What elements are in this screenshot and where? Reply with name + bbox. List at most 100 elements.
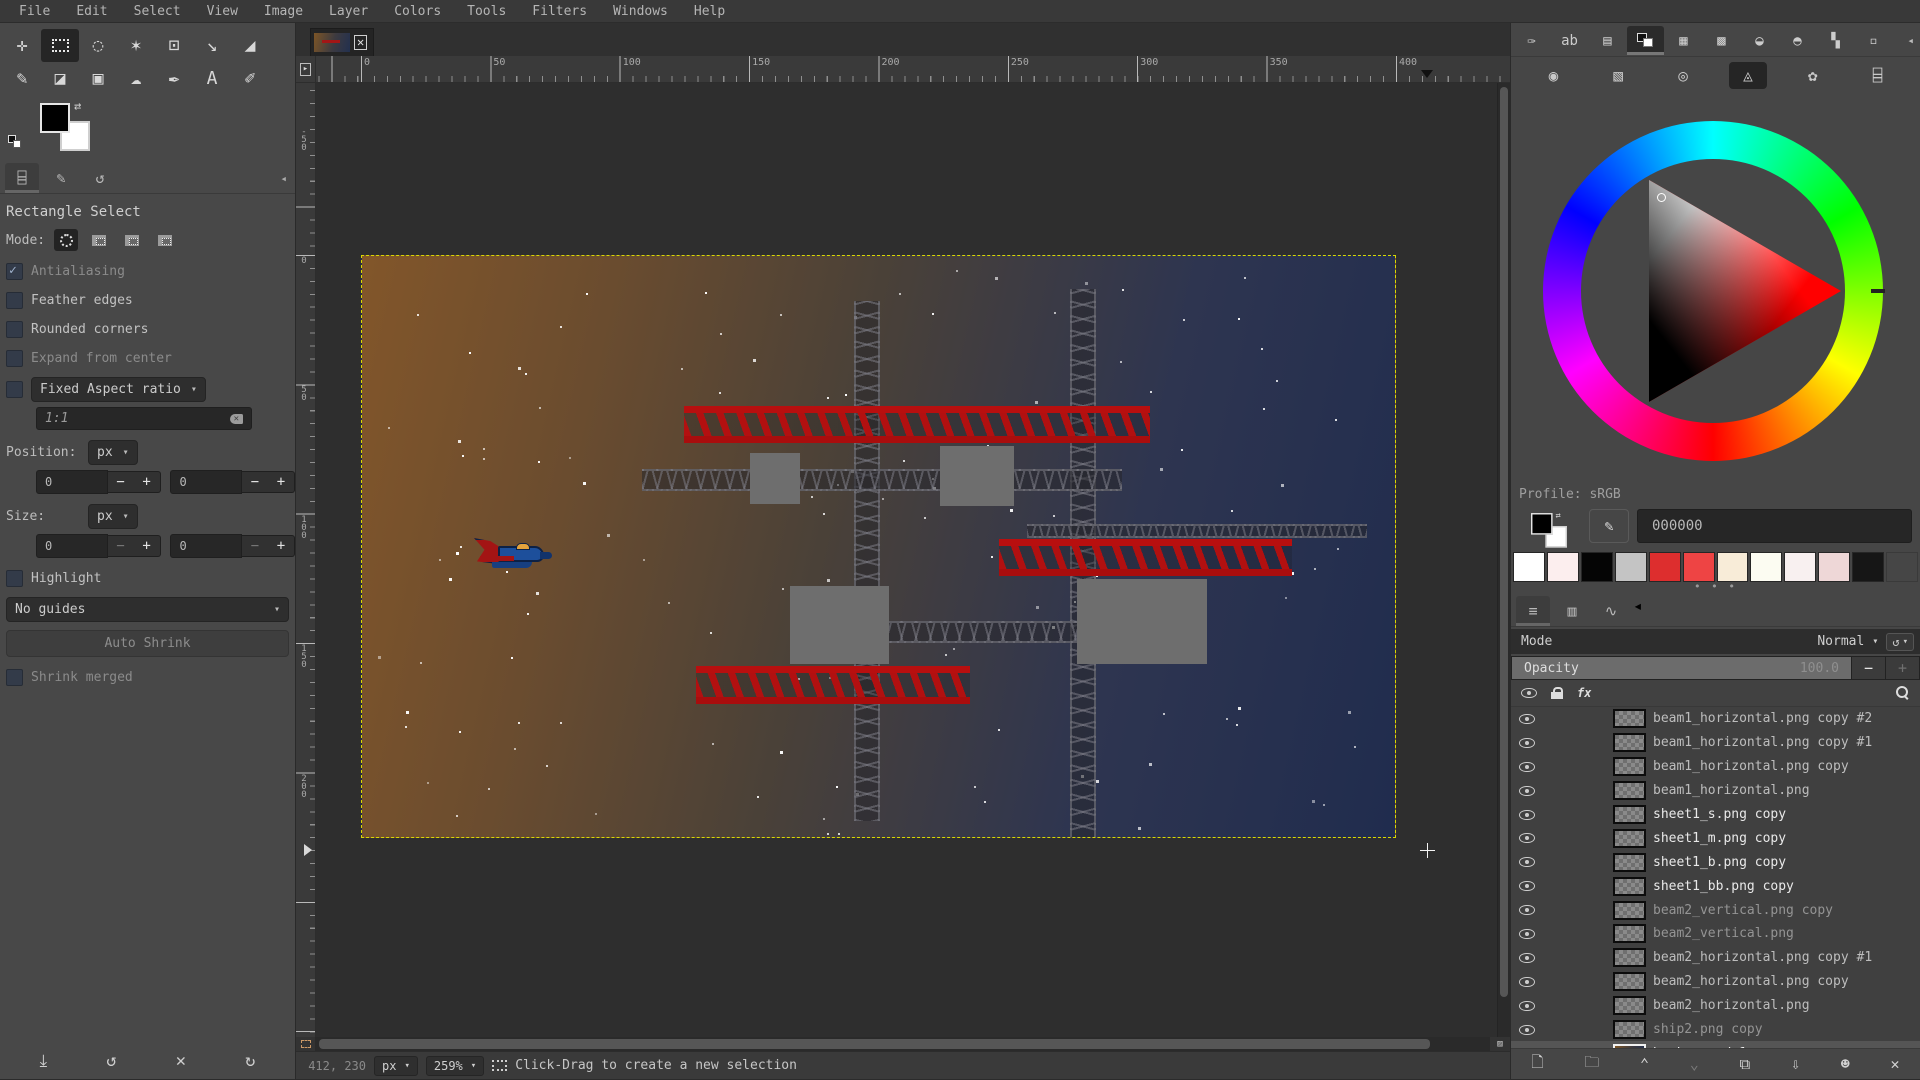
menu-tools[interactable]: Tools xyxy=(454,2,519,21)
auto-shrink-button[interactable]: Auto Shrink xyxy=(6,630,289,657)
bucket-fill-tool[interactable]: ◢ xyxy=(231,29,269,62)
menu-filters[interactable]: Filters xyxy=(519,2,600,21)
close-icon[interactable]: ✕ xyxy=(354,35,367,50)
fixed-checkbox[interactable] xyxy=(6,381,23,398)
new-layer-button[interactable]: 🗋 xyxy=(1531,1052,1543,1077)
tab-gimp-logo[interactable]: ◉ xyxy=(1535,62,1573,89)
tab-undo-history[interactable]: ↺ xyxy=(83,163,117,193)
tab-brushes-icon[interactable]: ✑ xyxy=(1513,26,1550,55)
edit-color-button[interactable]: ✎ xyxy=(1589,509,1629,543)
tab-selection-editor-icon[interactable]: ▫ xyxy=(1855,26,1892,55)
color-swatch[interactable] xyxy=(1513,552,1545,582)
horizontal-scrollbar-thumb[interactable] xyxy=(319,1039,1430,1049)
layer-visibility-icon[interactable] xyxy=(1519,880,1535,892)
layer-visibility-icon[interactable] xyxy=(1519,856,1535,868)
rounded-corners-checkbox[interactable] xyxy=(6,321,23,338)
transform-tool[interactable]: ↘ xyxy=(193,29,231,62)
opacity-slider[interactable]: Opacity 100.0 xyxy=(1511,656,1852,680)
saturation-value-triangle[interactable] xyxy=(1543,121,1883,461)
opacity-plus-button[interactable]: + xyxy=(1886,656,1920,680)
layer-visibility-icon[interactable] xyxy=(1519,761,1535,773)
duplicate-layer-button[interactable]: ⧉ xyxy=(1740,1055,1751,1073)
layer-visibility-icon[interactable] xyxy=(1519,809,1535,821)
canvas-viewport[interactable] xyxy=(316,83,1497,1037)
tab-fg-bg-colors[interactable] xyxy=(1627,26,1664,55)
move-tool[interactable]: ✛ xyxy=(3,29,41,62)
color-swatch[interactable] xyxy=(1683,552,1715,582)
layer-row[interactable]: beam1_horizontal.png copy #2 xyxy=(1511,707,1920,731)
color-wheel[interactable] xyxy=(1511,93,1920,485)
effects-icon[interactable]: fx xyxy=(1577,686,1591,700)
paths-tool[interactable]: ✒ xyxy=(155,62,193,95)
image-tab[interactable]: ✕ xyxy=(310,28,374,56)
layer-thumbnail[interactable] xyxy=(1613,948,1646,967)
layer-visibility-icon[interactable] xyxy=(1519,952,1535,964)
layer-thumbnail[interactable] xyxy=(1613,924,1646,943)
layer-row[interactable]: beam2_horizontal.png copy #1 xyxy=(1511,946,1920,970)
crop-tool[interactable]: ⊡ xyxy=(155,29,193,62)
mode-reset-button[interactable]: ↺▾ xyxy=(1886,633,1914,651)
fg-bg-mini-selector[interactable]: ⇄ xyxy=(1531,513,1563,539)
layer-thumbnail[interactable] xyxy=(1613,972,1646,991)
fuzzy-select-tool[interactable]: ✶ xyxy=(117,29,155,62)
eraser-tool[interactable]: ◪ xyxy=(41,62,79,95)
position-y-input[interactable]: 0 xyxy=(170,470,242,494)
fg-bg-color-selector[interactable]: ⇄ xyxy=(40,103,110,153)
layer-visibility-icon[interactable] xyxy=(1519,785,1535,797)
tab-patterns-icon[interactable]: ▦ xyxy=(1665,26,1702,55)
guides-dropdown[interactable]: No guides▾ xyxy=(6,597,289,622)
foreground-mini-swatch[interactable] xyxy=(1531,513,1553,535)
layer-visibility-icon[interactable] xyxy=(1519,1047,1535,1048)
tab-patterns-2-icon[interactable]: ▩ xyxy=(1703,26,1740,55)
empty-swatch[interactable] xyxy=(1886,552,1918,582)
antialiasing-checkbox[interactable] xyxy=(6,263,23,280)
hex-color-input[interactable]: 000000 xyxy=(1637,509,1912,543)
size-width-input[interactable]: 0 xyxy=(36,534,108,558)
position-x-minus-button[interactable]: − xyxy=(108,472,134,492)
horizontal-ruler[interactable]: 050100150200250300350400 xyxy=(316,56,1510,83)
layer-row[interactable]: sheet1_bb.png copy xyxy=(1511,874,1920,898)
aspect-ratio-input[interactable]: 1:1 ✕ xyxy=(36,407,252,430)
color-swatch[interactable] xyxy=(1547,552,1579,582)
layer-mode-dropdown[interactable]: Normal▾ xyxy=(1817,634,1878,649)
position-y-plus-button[interactable]: + xyxy=(268,472,294,492)
layer-row[interactable]: beam1_horizontal.png xyxy=(1511,779,1920,803)
tab-buffers-icon[interactable]: ▚ xyxy=(1817,26,1854,55)
vertical-ruler[interactable]: -50050100150200 xyxy=(296,83,316,1037)
raise-layer-button[interactable]: ⌃ xyxy=(1640,1055,1649,1073)
delete-preset-button[interactable]: ✕ xyxy=(176,1051,186,1071)
delete-layer-button[interactable]: ✕ xyxy=(1891,1055,1900,1073)
menu-view[interactable]: View xyxy=(194,2,251,21)
menu-windows[interactable]: Windows xyxy=(600,2,681,21)
rectangle-select-tool[interactable] xyxy=(41,29,79,62)
layer-thumbnail[interactable] xyxy=(1613,757,1646,776)
layer-row[interactable]: beam2_vertical.png copy xyxy=(1511,898,1920,922)
tab-gradients-icon[interactable]: ▤ xyxy=(1589,26,1626,55)
size-height-plus-button[interactable]: + xyxy=(268,536,294,556)
swap-colors-icon[interactable]: ⇄ xyxy=(1555,510,1560,520)
lock-icon[interactable] xyxy=(1551,687,1563,699)
layer-thumbnail[interactable] xyxy=(1613,829,1646,848)
quick-mask-button[interactable] xyxy=(296,1037,316,1051)
add-mask-button[interactable]: ☻ xyxy=(1841,1055,1850,1073)
tab-wheel[interactable]: ◬ xyxy=(1729,62,1767,89)
save-tool-preset-button[interactable]: ⤓ xyxy=(40,1051,48,1071)
menu-image[interactable]: Image xyxy=(251,2,316,21)
layer-row[interactable]: beam1_horizontal.png copy #1 xyxy=(1511,731,1920,755)
layer-row[interactable]: beam2_vertical.png xyxy=(1511,922,1920,946)
vertical-scrollbar-thumb[interactable] xyxy=(1500,87,1508,997)
expand-from-center-checkbox[interactable] xyxy=(6,350,23,367)
lower-layer-button[interactable]: ⌄ xyxy=(1690,1055,1699,1073)
tab-palette[interactable]: ✿ xyxy=(1794,62,1832,89)
unit-dropdown[interactable]: px▾ xyxy=(374,1056,418,1076)
pencil-tool[interactable]: ✎ xyxy=(3,62,41,95)
position-y-minus-button[interactable]: − xyxy=(242,472,268,492)
layer-row[interactable]: beam2_horizontal.png copy xyxy=(1511,970,1920,994)
color-swatch[interactable] xyxy=(1852,552,1884,582)
layer-visibility-icon[interactable] xyxy=(1519,928,1535,940)
tab-tool-options[interactable]: ⌸ xyxy=(5,163,39,193)
free-select-tool[interactable]: ◌ xyxy=(79,29,117,62)
layer-thumbnail[interactable] xyxy=(1613,733,1646,752)
fixed-aspect-dropdown[interactable]: Fixed Aspect ratio▾ xyxy=(31,377,206,402)
visibility-icon[interactable] xyxy=(1521,687,1537,699)
